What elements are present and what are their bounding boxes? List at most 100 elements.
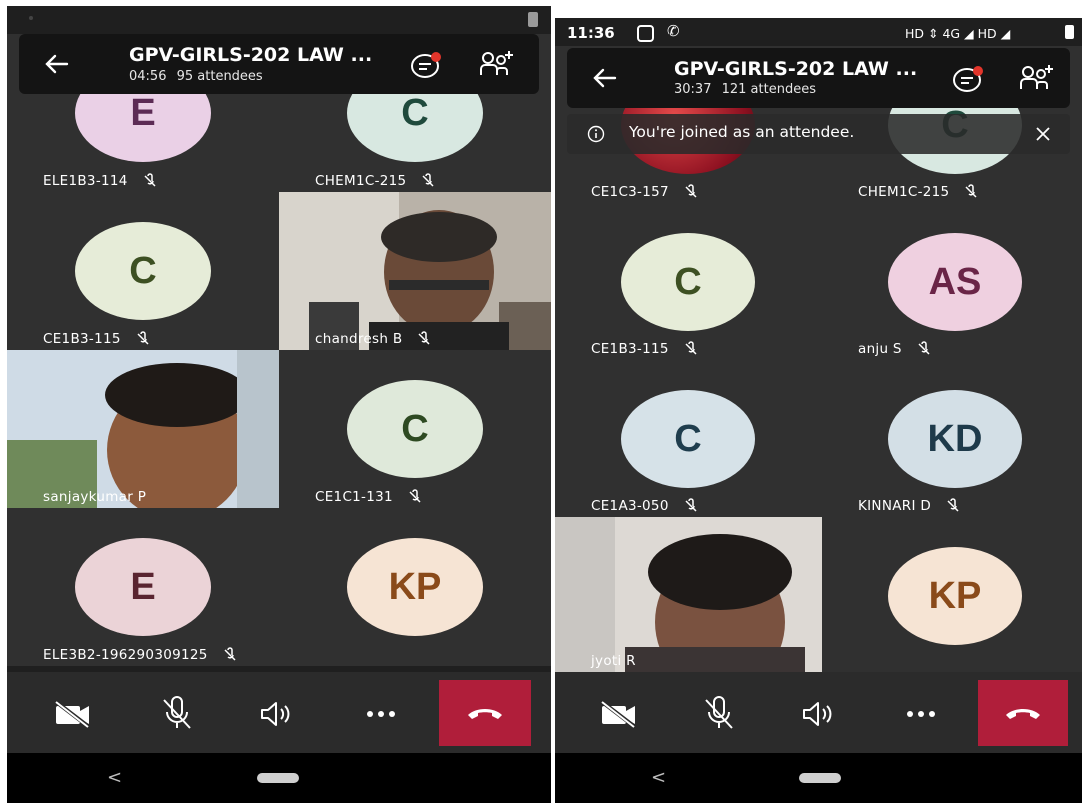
speaker-button[interactable] <box>247 684 307 744</box>
camera-off-button[interactable] <box>43 684 103 744</box>
avatar: E <box>75 538 211 636</box>
phone-call-icon: ✆ <box>667 22 680 40</box>
avatar: AS <box>888 233 1022 331</box>
back-arrow-icon[interactable] <box>39 46 75 82</box>
participant-tile[interactable]: C CE1B3-115 <box>7 192 279 350</box>
avatar: C <box>621 390 755 488</box>
participant-tile[interactable]: C CE1B3-115 <box>555 203 818 360</box>
mic-off-icon <box>947 498 959 512</box>
participant-name: ELE3B2-196290309125 <box>43 647 208 663</box>
participant-name: CHEM1C-215 <box>858 184 950 200</box>
call-controls <box>7 672 551 756</box>
close-icon[interactable] <box>1034 125 1052 143</box>
avatar: C <box>621 233 755 331</box>
mic-off-icon <box>409 489 421 503</box>
phone-hangup-icon <box>468 709 502 719</box>
mic-off-icon <box>137 331 149 345</box>
participant-tile[interactable]: AS anju S <box>818 203 1082 360</box>
nav-back-button[interactable]: < <box>107 767 122 788</box>
participant-name: jyoti R <box>591 653 636 669</box>
avatar: KD <box>888 390 1022 488</box>
mic-off-button[interactable] <box>689 684 749 744</box>
participant-name: CHEM1C-215 <box>315 173 407 189</box>
mic-off-button[interactable] <box>147 684 207 744</box>
camera-off-button[interactable] <box>589 684 649 744</box>
mic-off-icon <box>685 341 697 355</box>
hang-up-button[interactable] <box>439 680 531 746</box>
more-icon <box>907 711 935 717</box>
nav-back-button[interactable]: < <box>651 767 666 788</box>
battery-icon <box>1065 25 1074 39</box>
mic-off-icon <box>918 341 930 355</box>
phone-hangup-icon <box>1006 709 1040 719</box>
participant-tile[interactable]: C CE1A3-050 <box>555 360 818 517</box>
add-people-icon[interactable] <box>477 47 515 81</box>
mic-off-icon <box>422 173 434 187</box>
participant-name: anju S <box>858 341 902 357</box>
participant-name: CE1C3-157 <box>591 184 669 200</box>
participant-name: CE1B3-115 <box>591 341 669 357</box>
instagram-icon <box>637 25 654 42</box>
participant-tile[interactable]: KP <box>279 508 551 666</box>
participant-tile[interactable]: KD KINNARI D <box>818 360 1082 517</box>
participant-name: KINNARI D <box>858 498 932 514</box>
navigation-bar: < <box>555 753 1082 803</box>
participant-tile[interactable]: E ELE3B2-196290309125 <box>7 508 279 666</box>
add-people-icon[interactable] <box>1017 61 1055 95</box>
meeting-subtitle: 30:37 121 attendees <box>674 82 816 97</box>
meeting-duration: 30:37 <box>674 82 712 97</box>
meeting-header: GPV-GIRLS-202 LAW ... 30:37 121 attendee… <box>567 48 1070 108</box>
mic-off-icon <box>163 696 191 729</box>
meeting-duration: 04:56 <box>129 69 167 84</box>
participant-name: CE1B3-115 <box>43 331 121 347</box>
back-arrow-icon[interactable] <box>587 60 623 96</box>
status-bar: 11:36 ✆ HD ⇕ 4G ◢ HD ◢ <box>555 18 1082 46</box>
attendee-count: 95 attendees <box>176 69 263 84</box>
participant-video <box>279 192 551 350</box>
avatar: C <box>347 380 483 478</box>
speaker-icon <box>261 702 290 726</box>
participant-tile[interactable]: C CE1C1-131 <box>279 350 551 508</box>
more-options-button[interactable] <box>351 684 411 744</box>
mic-off-icon <box>685 184 697 198</box>
avatar: KP <box>888 547 1022 645</box>
right-phone-screen: 11:36 ✆ HD ⇕ 4G ◢ HD ◢ CE1C3-157 C CHEM1… <box>555 18 1082 803</box>
chat-icon[interactable] <box>409 48 443 82</box>
nav-home-button[interactable] <box>799 773 841 783</box>
speaker-button[interactable] <box>789 684 849 744</box>
participant-name: sanjaykumar P <box>43 489 147 505</box>
participant-name: CE1A3-050 <box>591 498 669 514</box>
navigation-bar: < <box>7 753 551 803</box>
attendee-count: 121 attendees <box>721 82 816 97</box>
nav-home-button[interactable] <box>257 773 299 783</box>
meeting-subtitle: 04:56 95 attendees <box>129 69 263 84</box>
participant-name: chandresh B <box>315 331 403 347</box>
more-options-button[interactable] <box>891 684 951 744</box>
status-time: 11:36 <box>567 24 615 42</box>
participant-name: ELE1B3-114 <box>43 173 128 189</box>
mic-off-icon <box>705 696 733 729</box>
more-icon <box>367 711 395 717</box>
speaker-icon <box>803 702 832 726</box>
mic-off-icon <box>685 498 697 512</box>
participant-video-tile[interactable]: sanjaykumar P <box>7 350 279 508</box>
hang-up-button[interactable] <box>978 680 1068 746</box>
call-controls <box>555 672 1082 756</box>
left-phone-screen: E ELE1B3-114 C CHEM1C-215 C CE1B3-115 ch… <box>7 6 551 803</box>
participant-video <box>555 517 822 672</box>
mic-off-icon <box>144 173 156 187</box>
chat-icon[interactable] <box>951 62 985 96</box>
meeting-header: GPV-GIRLS-202 LAW ... 04:56 95 attendees <box>19 34 539 94</box>
participant-tile[interactable]: KP <box>822 517 1082 672</box>
participant-video <box>7 350 279 508</box>
status-dot <box>29 16 33 20</box>
info-icon <box>587 125 605 143</box>
status-indicators: HD ⇕ 4G ◢ HD ◢ <box>905 26 1011 41</box>
participant-name: CE1C1-131 <box>315 489 393 505</box>
participant-video-tile[interactable]: chandresh B <box>279 192 551 350</box>
attendee-banner: You're joined as an attendee. <box>567 114 1070 154</box>
mic-off-icon <box>224 647 236 661</box>
meeting-title: GPV-GIRLS-202 LAW ... <box>674 58 918 80</box>
participant-video-tile[interactable]: jyoti R <box>555 517 822 672</box>
meeting-title: GPV-GIRLS-202 LAW ... <box>129 44 373 66</box>
